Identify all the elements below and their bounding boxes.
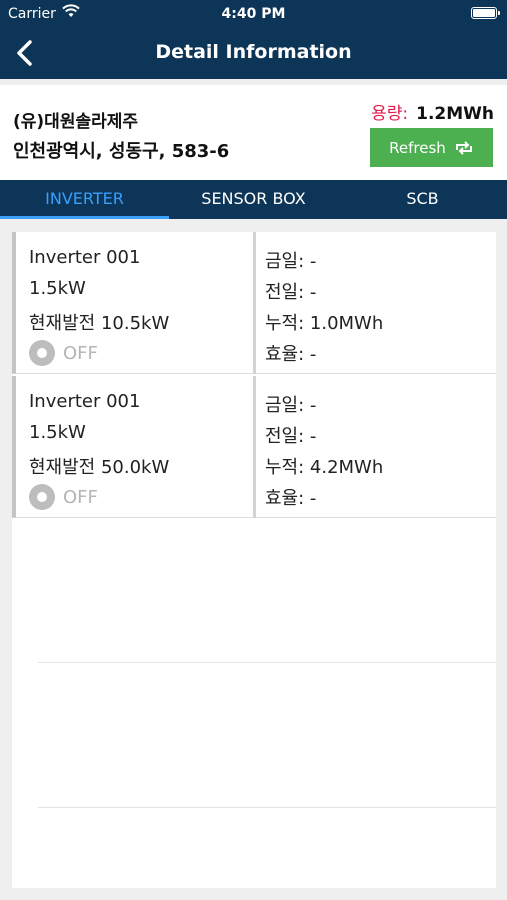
power-status-label: OFF xyxy=(63,486,98,508)
inverter-current-output: 현재발전 10.5kW xyxy=(29,313,170,334)
inverter-current-output: 현재발전 50.0kW xyxy=(29,457,170,478)
inverter-name: Inverter 001 xyxy=(29,247,141,268)
power-off-icon xyxy=(29,340,55,366)
site-address: 인천광역시, 성동구, 583-6 xyxy=(13,141,230,162)
inverter-card[interactable]: Inverter 001 1.5kW 현재발전 50.0kW OFF 금일: -… xyxy=(12,376,496,518)
inverter-rating: 1.5kW xyxy=(29,422,86,443)
power-status: OFF xyxy=(29,340,98,366)
inverter-rating: 1.5kW xyxy=(29,278,86,299)
inverter-summary: Inverter 001 1.5kW 현재발전 10.5kW OFF xyxy=(16,232,256,374)
clock: 4:40 PM xyxy=(221,6,286,22)
tab-bar: INVERTER SENSOR BOX SCB xyxy=(0,180,507,219)
refresh-label: Refresh xyxy=(389,138,446,157)
app-header: Carrier 4:40 PM Detail Information xyxy=(0,0,507,79)
efficiency: 효율: - xyxy=(265,344,317,365)
refresh-button[interactable]: Refresh xyxy=(370,128,493,167)
tab-sensor-box[interactable]: SENSOR BOX xyxy=(169,180,338,219)
site-info-panel: (유)대원솔라제주 인천광역시, 성동구, 583-6 용량: 1.2MWh Re… xyxy=(0,85,507,180)
power-off-icon xyxy=(29,484,55,510)
status-bar: Carrier 4:40 PM xyxy=(0,0,507,28)
tab-scb[interactable]: SCB xyxy=(338,180,507,219)
inverter-list: Inverter 001 1.5kW 현재발전 10.5kW OFF 금일: -… xyxy=(12,232,496,888)
yesterday-generation: 전일: - xyxy=(265,426,317,447)
site-name: (유)대원솔라제주 xyxy=(13,112,139,132)
inverter-stats: 금일: - 전일: - 누적: 4.2MWh 효율: - xyxy=(262,376,494,518)
capacity-label: 용량: xyxy=(371,104,409,124)
list-divider xyxy=(38,662,496,663)
inverter-stats: 금일: - 전일: - 누적: 1.0MWh 효율: - xyxy=(262,232,494,374)
capacity: 용량: 1.2MWh xyxy=(371,99,494,124)
inverter-card[interactable]: Inverter 001 1.5kW 현재발전 10.5kW OFF 금일: -… xyxy=(12,232,496,374)
list-divider xyxy=(38,807,496,808)
battery-icon xyxy=(471,7,500,19)
yesterday-generation: 전일: - xyxy=(265,282,317,303)
today-generation: 금일: - xyxy=(265,251,317,272)
power-status-label: OFF xyxy=(63,342,98,364)
page-title: Detail Information xyxy=(155,41,352,63)
refresh-icon xyxy=(455,140,472,155)
capacity-value: 1.2MWh xyxy=(416,104,494,124)
cumulative-generation: 누적: 1.0MWh xyxy=(265,313,384,334)
cumulative-generation: 누적: 4.2MWh xyxy=(265,457,384,478)
inverter-summary: Inverter 001 1.5kW 현재발전 50.0kW OFF xyxy=(16,376,256,518)
power-status: OFF xyxy=(29,484,98,510)
efficiency: 효율: - xyxy=(265,488,317,509)
tab-inverter[interactable]: INVERTER xyxy=(0,180,169,219)
today-generation: 금일: - xyxy=(265,395,317,416)
inverter-name: Inverter 001 xyxy=(29,391,141,412)
